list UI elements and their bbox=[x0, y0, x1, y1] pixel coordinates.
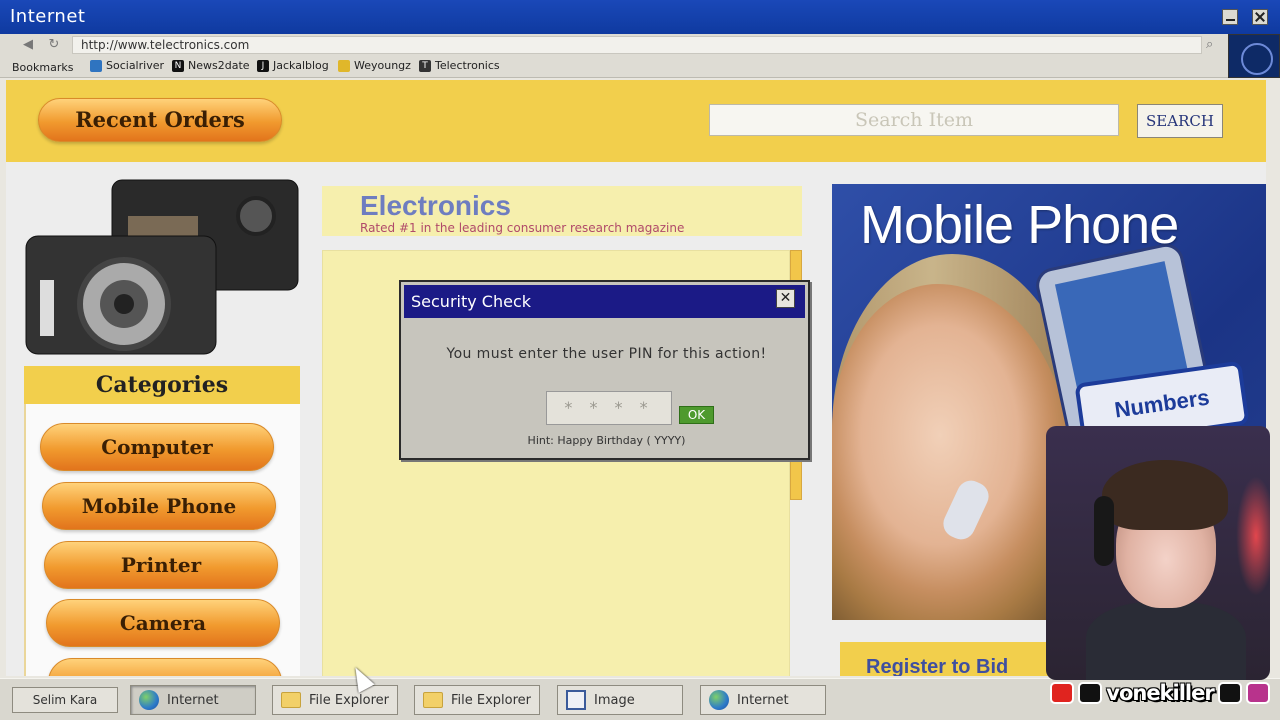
recent-orders-button[interactable]: Recent Orders bbox=[38, 98, 282, 142]
task-internet-2[interactable]: Internet bbox=[700, 685, 826, 715]
task-label: Internet bbox=[737, 692, 789, 708]
url-input[interactable]: http://www.telectronics.com bbox=[72, 36, 1202, 54]
window-title: Internet bbox=[10, 6, 86, 27]
task-label: File Explorer bbox=[309, 692, 390, 708]
user-start-button[interactable]: Selim Kara bbox=[12, 687, 118, 713]
security-check-dialog: Security Check ✕ You must enter the user… bbox=[399, 280, 810, 460]
task-label: Image bbox=[594, 692, 635, 708]
folder-icon bbox=[281, 692, 301, 708]
category-computer-button[interactable]: Computer bbox=[40, 423, 274, 471]
twitch-icon bbox=[1078, 682, 1103, 704]
task-label: Internet bbox=[167, 692, 219, 708]
dialog-message: You must enter the user PIN for this act… bbox=[446, 346, 767, 362]
jackalblog-icon: J bbox=[257, 59, 269, 72]
bookmark-label: News2date bbox=[188, 59, 250, 72]
register-to-bid-banner[interactable]: Register to Bid bbox=[840, 642, 1060, 676]
bookmark-label: Telectronics bbox=[435, 59, 500, 72]
browser-logo-icon bbox=[1228, 34, 1280, 78]
search-item-input[interactable]: Search Item bbox=[709, 104, 1119, 136]
ad-title: Mobile Phone bbox=[860, 195, 1179, 255]
refresh-icon[interactable]: ↻ bbox=[46, 38, 62, 52]
brand-title: Electronics bbox=[360, 190, 511, 221]
brand-tagline: Rated #1 in the leading consumer researc… bbox=[360, 221, 685, 235]
categories-heading: Categories bbox=[24, 366, 300, 404]
dialog-close-icon[interactable]: ✕ bbox=[776, 289, 795, 308]
task-internet-1[interactable]: Internet bbox=[130, 685, 256, 715]
search-icon[interactable]: ⌕ bbox=[1206, 37, 1213, 52]
window-titlebar[interactable]: Internet bbox=[0, 0, 1280, 34]
electronics-header: Electronics Rated #1 in the leading cons… bbox=[322, 186, 802, 236]
task-image[interactable]: Image bbox=[557, 685, 683, 715]
headset-icon bbox=[1094, 496, 1114, 566]
telectronics-icon: T bbox=[419, 59, 431, 72]
category-mobile-phone-button[interactable]: Mobile Phone bbox=[42, 482, 276, 530]
bookmarks-bar: Bookmarks Socialriver N News2date J Jack… bbox=[0, 56, 1228, 78]
ok-button[interactable]: OK bbox=[679, 406, 714, 424]
bookmark-label: Jackalblog bbox=[273, 59, 329, 72]
bookmarks-label: Bookmarks bbox=[12, 61, 74, 74]
social-handles: vonekiller bbox=[1050, 680, 1270, 706]
news2date-icon: N bbox=[172, 59, 184, 72]
youtube-icon bbox=[1050, 682, 1075, 704]
minimize-icon[interactable] bbox=[1222, 9, 1238, 25]
bookmark-label: Socialriver bbox=[106, 59, 164, 72]
bookmark-jackalblog[interactable]: J Jackalblog bbox=[257, 59, 329, 72]
task-file-explorer-1[interactable]: File Explorer bbox=[272, 685, 398, 715]
search-button[interactable]: SEARCH bbox=[1137, 104, 1223, 138]
category-printer-button[interactable]: Printer bbox=[44, 541, 278, 589]
category-camera-button[interactable]: Camera bbox=[46, 599, 280, 647]
weyoungz-icon bbox=[338, 59, 350, 72]
task-label: File Explorer bbox=[451, 692, 532, 708]
dialog-title[interactable]: Security Check bbox=[404, 285, 805, 318]
bookmark-telectronics[interactable]: T Telectronics bbox=[419, 59, 500, 72]
bookmark-weyoungz[interactable]: Weyoungz bbox=[338, 59, 411, 72]
bookmark-label: Weyoungz bbox=[354, 59, 411, 72]
instagram-icon bbox=[1245, 682, 1270, 704]
globe-icon bbox=[709, 690, 729, 710]
camera-product-image bbox=[25, 179, 299, 355]
back-arrow-icon[interactable]: ◀ bbox=[20, 38, 36, 52]
background-light bbox=[1236, 476, 1270, 596]
close-window-icon[interactable] bbox=[1252, 9, 1268, 25]
pin-input[interactable]: * * * * bbox=[546, 391, 672, 425]
streamer-webcam bbox=[1046, 426, 1270, 680]
pin-hint: Hint: Happy Birthday ( YYYY) bbox=[527, 434, 686, 447]
folder-icon bbox=[423, 692, 443, 708]
socialriver-icon bbox=[90, 59, 102, 72]
address-bar: ◀ ↻ http://www.telectronics.com ⌕ bbox=[0, 34, 1228, 56]
globe-icon bbox=[139, 690, 159, 710]
image-icon bbox=[566, 690, 586, 710]
task-file-explorer-2[interactable]: File Explorer bbox=[414, 685, 540, 715]
streamer-body bbox=[1086, 602, 1246, 680]
bookmark-socialriver[interactable]: Socialriver bbox=[90, 59, 164, 72]
streamer-hair bbox=[1102, 460, 1228, 530]
category-more-button[interactable] bbox=[48, 658, 282, 676]
bookmark-news2date[interactable]: N News2date bbox=[172, 59, 250, 72]
tiktok-icon bbox=[1217, 682, 1242, 704]
streamer-handle: vonekiller bbox=[1106, 681, 1214, 705]
